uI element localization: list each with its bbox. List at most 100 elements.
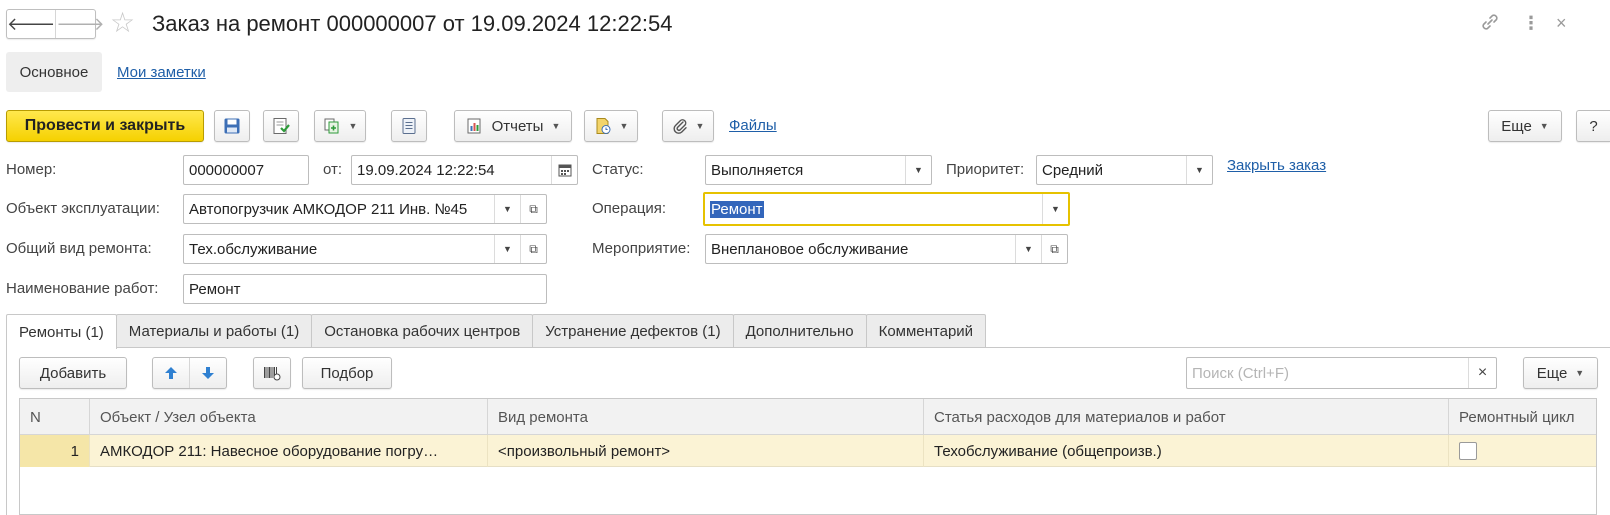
tab-bar: Ремонты (1) Материалы и работы (1) Остан… [6,314,987,349]
operation-label: Операция: [592,200,667,217]
close-order-link[interactable]: Закрыть заказ [1227,157,1326,174]
more-button[interactable]: Еще ▼ [1488,110,1562,142]
number-field[interactable]: 000000007 [183,155,309,185]
barcode-icon [264,367,281,381]
link-icon[interactable] [1480,12,1500,32]
table-header: N Объект / Узел объекта Вид ремонта Стат… [20,399,1596,435]
repairs-table: N Объект / Узел объекта Вид ремонта Стат… [19,398,1597,515]
tab-additional[interactable]: Дополнительно [732,314,867,348]
create-based-on-button[interactable]: ▼ [314,110,366,142]
repair-cycle-checkbox[interactable] [1459,442,1477,460]
status-label: Статус: [592,161,644,178]
search-input[interactable]: Поиск (Ctrl+F) × [1186,357,1497,389]
post-button[interactable] [263,110,299,142]
arrow-up-icon [165,367,177,379]
arrow-right-icon: 🡒 [56,13,105,34]
chevron-down-icon: ▼ [1575,368,1585,378]
object-label: Объект эксплуатации: [6,200,160,217]
cell-n[interactable]: 1 [20,435,90,467]
reports-button[interactable]: Отчеты ▼ [454,110,572,142]
tab-defects[interactable]: Устранение дефектов (1) [532,314,734,348]
tab-comment[interactable]: Комментарий [865,314,987,348]
object-field[interactable]: Автопогрузчик АМКОДОР 211 Инв. №45 ▼ ⧉ [183,194,547,224]
selection-button[interactable]: Подбор [302,357,392,389]
tab-materials-works[interactable]: Материалы и работы (1) [115,314,313,348]
save-icon [224,118,240,134]
section-my-notes[interactable]: Мои заметки [117,64,206,81]
post-document-icon [273,118,290,134]
work-name-field[interactable]: Ремонт [183,274,547,304]
calendar-icon[interactable] [551,156,577,184]
chevron-down-icon[interactable]: ▼ [905,156,931,184]
post-and-close-button[interactable]: Провести и закрыть [6,110,204,142]
chevron-down-icon: ▼ [619,121,629,131]
tab-panel-border [6,347,7,515]
barcode-button[interactable] [253,357,291,389]
chevron-down-icon[interactable]: ▼ [1015,235,1041,263]
table-row[interactable]: 1 АМКОДОР 211: Навесное оборудование пог… [20,435,1596,467]
operation-select[interactable]: Ремонт ▼ [703,192,1070,226]
table-more-button[interactable]: Еще ▼ [1523,357,1598,389]
clear-search-icon[interactable]: × [1468,358,1496,388]
add-button[interactable]: Добавить [19,357,127,389]
open-icon[interactable]: ⧉ [1041,235,1067,263]
priority-select[interactable]: Средний ▼ [1036,155,1213,185]
number-value: 000000007 [189,161,265,179]
open-icon[interactable]: ⧉ [520,235,546,263]
tab-work-center-stops[interactable]: Остановка рабочих центров [311,314,534,348]
chevron-down-icon[interactable]: ▼ [1042,194,1068,224]
date-value: 19.09.2024 12:22:54 [357,161,495,179]
print-button[interactable]: ▼ [584,110,638,142]
operation-value: Ремонт [710,200,764,218]
tab-repairs[interactable]: Ремонты (1) [6,314,117,349]
open-icon[interactable]: ⧉ [520,195,546,223]
cell-repair-kind[interactable]: <произвольный ремонт> [488,435,924,467]
arrow-down-icon [202,367,214,379]
move-down-button[interactable] [190,358,226,388]
structure-button[interactable] [391,110,427,142]
event-label: Мероприятие: [592,240,691,257]
status-value: Выполняется [711,161,804,179]
more-label: Еще [1501,117,1532,135]
section-main[interactable]: Основное [6,52,102,92]
tab-divider [6,347,1610,348]
favorite-star-icon[interactable]: ☆ [110,8,135,38]
save-button[interactable] [214,110,250,142]
cell-expense[interactable]: Техобслуживание (общепроизв.) [924,435,1449,467]
help-button[interactable]: ? [1576,110,1610,142]
work-name-label: Наименование работ: [6,280,159,297]
column-header-n[interactable]: N [20,399,90,435]
column-header-object[interactable]: Объект / Узел объекта [90,399,488,435]
table-more-label: Еще [1536,364,1568,382]
priority-label: Приоритет: [946,161,1025,178]
date-from-label: от: [323,161,343,178]
move-buttons [152,357,227,389]
cell-object[interactable]: АМКОДОР 211: Навесное оборудование погру… [90,435,488,467]
chevron-down-icon: ▼ [1539,121,1549,131]
attach-button[interactable]: ▼ [662,110,714,142]
repair-kind-value: Тех.обслуживание [189,240,318,258]
search-placeholder: Поиск (Ctrl+F) [1192,364,1289,382]
event-field[interactable]: Внеплановое обслуживание ▼ ⧉ [705,234,1068,264]
chevron-down-icon[interactable]: ▼ [1186,156,1212,184]
files-link[interactable]: Файлы [729,117,777,134]
close-icon[interactable]: × [1556,12,1567,34]
column-header-repair-kind[interactable]: Вид ремонта [488,399,924,435]
number-label: Номер: [6,161,57,178]
more-vertical-icon[interactable]: ⋮ [1522,12,1540,34]
column-header-expense[interactable]: Статья расходов для материалов и работ [924,399,1449,435]
priority-value: Средний [1042,161,1103,179]
chevron-down-icon[interactable]: ▼ [494,195,520,223]
arrow-left-icon: 🡐 [7,13,56,34]
forward-button[interactable]: 🡒 [55,10,105,38]
repair-kind-field[interactable]: Тех.обслуживание ▼ ⧉ [183,234,547,264]
back-button[interactable]: 🡐 [7,10,55,38]
status-select[interactable]: Выполняется ▼ [705,155,932,185]
navigation-buttons: 🡐 🡒 [6,9,105,39]
date-field[interactable]: 19.09.2024 12:22:54 [351,155,578,185]
move-up-button[interactable] [153,358,190,388]
column-header-repair-cycle[interactable]: Ремонтный цикл [1449,399,1596,435]
chevron-down-icon[interactable]: ▼ [494,235,520,263]
page-title: Заказ на ремонт 000000007 от 19.09.2024 … [152,11,673,36]
object-value: Автопогрузчик АМКОДОР 211 Инв. №45 [189,200,468,218]
